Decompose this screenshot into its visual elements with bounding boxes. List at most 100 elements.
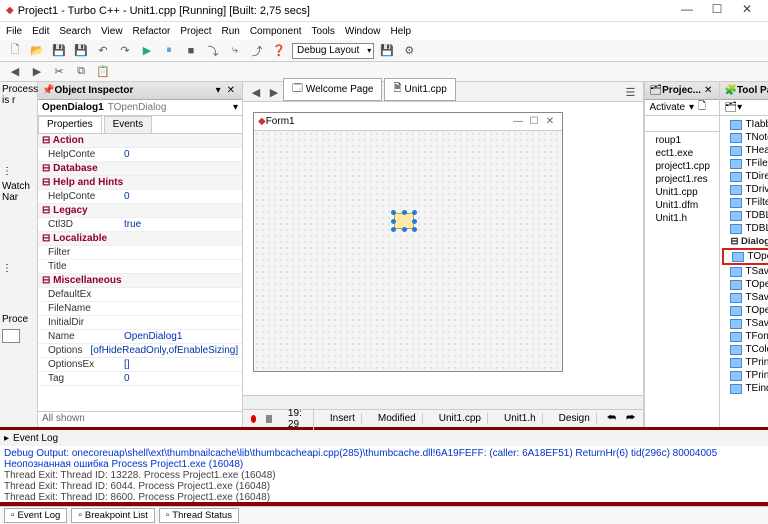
palette-item[interactable]: TFontDialog bbox=[722, 330, 768, 343]
prop-category[interactable]: ⊟ Legacy bbox=[38, 204, 242, 218]
redo-button[interactable]: ↷ bbox=[116, 42, 134, 60]
project-tree-item[interactable]: roup1 bbox=[647, 134, 717, 147]
new-file-icon[interactable]: 🗋 bbox=[698, 99, 706, 116]
prop-row[interactable]: Filter bbox=[38, 246, 242, 260]
status-file[interactable]: Unit1.cpp bbox=[433, 413, 488, 424]
prop-category[interactable]: ⊟ Miscellaneous bbox=[38, 274, 242, 288]
help-icon[interactable]: ❓ bbox=[270, 42, 288, 60]
palette-item[interactable]: TIabbed... bbox=[722, 118, 768, 131]
oi-tab-properties[interactable]: Properties bbox=[38, 116, 102, 133]
prop-category[interactable]: ⊟ Localizable bbox=[38, 232, 242, 246]
status-view[interactable]: Design bbox=[553, 413, 597, 424]
oi-dropdown-icon[interactable]: ▾ bbox=[213, 85, 224, 96]
prop-value[interactable]: OpenDialog1 bbox=[120, 330, 242, 343]
chevron-down-icon[interactable]: ▾ bbox=[233, 102, 238, 113]
tab-next-button[interactable]: ▶ bbox=[265, 83, 283, 101]
history-icon[interactable]: ⮪ bbox=[607, 413, 616, 424]
prop-row[interactable]: FileName bbox=[38, 302, 242, 316]
menu-run[interactable]: Run bbox=[221, 26, 239, 37]
prop-row[interactable]: DefaultEx bbox=[38, 288, 242, 302]
tab-options-icon[interactable]: ☰ bbox=[621, 83, 639, 101]
forward-button[interactable]: ▶ bbox=[28, 63, 46, 81]
project-close-button[interactable]: ✕ bbox=[701, 85, 715, 96]
prop-value[interactable] bbox=[120, 302, 242, 315]
project-tree-item[interactable]: project1.res bbox=[647, 173, 717, 186]
run-button[interactable]: ▶ bbox=[138, 42, 156, 60]
prop-value[interactable] bbox=[120, 316, 242, 329]
cut-button[interactable]: ✂ bbox=[50, 63, 68, 81]
status-header[interactable]: Unit1.h bbox=[498, 413, 543, 424]
new-button[interactable]: 🗋 bbox=[6, 42, 24, 60]
prop-value[interactable]: 0 bbox=[120, 148, 242, 161]
pause-button[interactable]: ⏸ bbox=[160, 42, 178, 60]
palette-item[interactable]: TSaveTe... bbox=[722, 317, 768, 330]
palette-item[interactable]: TDirectory... bbox=[722, 170, 768, 183]
layout-options-button[interactable]: ⚙ bbox=[400, 42, 418, 60]
bottom-tab-breakpoint-list[interactable]: ▫Breakpoint List bbox=[71, 508, 154, 523]
menu-project[interactable]: Project bbox=[180, 26, 211, 37]
copy-button[interactable]: ⧉ bbox=[72, 63, 90, 81]
menu-refactor[interactable]: Refactor bbox=[133, 26, 171, 37]
left-search-input[interactable] bbox=[2, 329, 20, 343]
prop-row[interactable]: Options[ofHideReadOnly,ofEnableSizing] bbox=[38, 344, 242, 358]
oi-tab-events[interactable]: Events bbox=[104, 116, 153, 133]
structure-dock-tab[interactable]: Process is r bbox=[2, 84, 35, 106]
prop-value[interactable] bbox=[120, 288, 242, 301]
palette-item[interactable]: TFileListBox bbox=[722, 157, 768, 170]
undo-button[interactable]: ↶ bbox=[94, 42, 112, 60]
project-tree-item[interactable]: Unit1.dfm bbox=[647, 199, 717, 212]
menu-search[interactable]: Search bbox=[59, 26, 91, 37]
menu-tools[interactable]: Tools bbox=[312, 26, 335, 37]
menu-component[interactable]: Component bbox=[250, 26, 302, 37]
eventlog-collapse-icon[interactable]: ▸ bbox=[4, 433, 9, 444]
record-icon[interactable] bbox=[251, 415, 256, 423]
history-fwd-icon[interactable]: ⮫ bbox=[626, 413, 635, 424]
tab-unit1[interactable]: 🗎Unit1.cpp bbox=[384, 78, 455, 101]
palette-item[interactable]: TDBLooku... bbox=[722, 209, 768, 222]
bottom-tab-event-log[interactable]: ▫Event Log bbox=[4, 508, 67, 523]
save-button[interactable]: 💾 bbox=[50, 42, 68, 60]
form1-window[interactable]: ◆ Form1 — ☐ ✕ bbox=[253, 112, 563, 372]
menu-edit[interactable]: Edit bbox=[32, 26, 49, 37]
prop-category[interactable]: ⊟ Action bbox=[38, 134, 242, 148]
save-all-button[interactable]: 💾 bbox=[72, 42, 90, 60]
palette-item[interactable]: TPrinterS... bbox=[722, 369, 768, 382]
pin-icon[interactable]: 📌 bbox=[42, 85, 54, 96]
prop-row[interactable]: HelpConte0 bbox=[38, 190, 242, 204]
prop-category[interactable]: ⊟ Database bbox=[38, 162, 242, 176]
prop-row[interactable]: Title bbox=[38, 260, 242, 274]
paste-button[interactable]: 📋 bbox=[94, 63, 112, 81]
form1-close[interactable]: ✕ bbox=[542, 116, 558, 127]
tab-welcome[interactable]: 🗔Welcome Page bbox=[283, 78, 382, 101]
process-dock-tab[interactable]: Proce bbox=[2, 314, 35, 325]
oi-close-button[interactable]: ✕ bbox=[224, 85, 238, 96]
palette-item[interactable]: TPrintDialog bbox=[722, 356, 768, 369]
form1-min[interactable]: — bbox=[510, 116, 526, 127]
menu-window[interactable]: Window bbox=[345, 26, 381, 37]
prop-value[interactable]: [ofHideReadOnly,ofEnableSizing] bbox=[86, 344, 242, 357]
minimize-button[interactable]: — bbox=[672, 2, 702, 20]
prop-value[interactable] bbox=[120, 246, 242, 259]
oi-component-name[interactable]: OpenDialog1 bbox=[42, 102, 104, 113]
prop-row[interactable]: OptionsEx[] bbox=[38, 358, 242, 372]
back-button[interactable]: ◀ bbox=[6, 63, 24, 81]
layout-dropdown[interactable]: Debug Layout bbox=[292, 43, 374, 59]
palette-item[interactable]: TDBLooku... bbox=[722, 222, 768, 235]
event-log-text[interactable]: Debug Output: onecoreuap\shell\ext\thumb… bbox=[0, 446, 768, 502]
prop-row[interactable]: InitialDir bbox=[38, 316, 242, 330]
prop-row[interactable]: HelpConte0 bbox=[38, 148, 242, 162]
prop-value[interactable]: true bbox=[120, 218, 242, 231]
palette-item[interactable]: TDriveCo... bbox=[722, 183, 768, 196]
palette-item[interactable]: TOpenDia... bbox=[722, 248, 768, 265]
step-into-button[interactable]: ⤷ bbox=[226, 42, 244, 60]
palette-category[interactable]: ⊟ Dialogs bbox=[722, 235, 768, 248]
step-over-button[interactable]: ⤵ bbox=[204, 42, 222, 60]
palette-item[interactable]: TColorDia... bbox=[722, 343, 768, 356]
palette-item[interactable]: TOpenTe... bbox=[722, 304, 768, 317]
opendialog-component[interactable] bbox=[394, 213, 414, 229]
prop-value[interactable] bbox=[120, 260, 242, 273]
stop-button[interactable]: ■ bbox=[182, 42, 200, 60]
prop-value[interactable]: 0 bbox=[120, 372, 242, 385]
watch-dock-tab[interactable]: Watch Nar bbox=[2, 181, 35, 203]
prop-row[interactable]: Tag0 bbox=[38, 372, 242, 386]
